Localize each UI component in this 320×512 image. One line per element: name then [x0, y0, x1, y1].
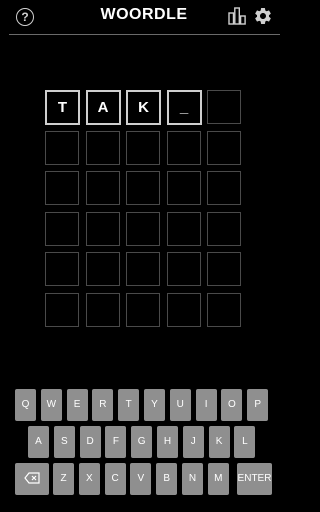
key-c[interactable]: C	[104, 463, 126, 495]
board-tile	[45, 292, 79, 327]
board-tile	[45, 252, 79, 286]
key-g[interactable]: G	[131, 426, 153, 458]
enter-key[interactable]: ENTER	[237, 463, 272, 495]
key-x[interactable]: X	[78, 463, 100, 495]
key-h[interactable]: H	[157, 426, 178, 458]
key-i[interactable]: I	[195, 389, 217, 421]
board-tile: A	[85, 90, 121, 125]
board-tile	[45, 130, 79, 165]
board-tile	[207, 252, 241, 286]
backspace-key[interactable]	[15, 463, 49, 495]
board-tile	[126, 292, 160, 327]
key-b[interactable]: B	[156, 463, 178, 495]
board-tile	[166, 292, 201, 327]
board-tile: K	[126, 90, 161, 125]
key-d[interactable]: D	[79, 426, 101, 458]
board-tile	[85, 252, 120, 286]
board-tile: T	[45, 90, 80, 125]
board-tile	[85, 211, 120, 246]
key-k[interactable]: K	[208, 426, 230, 458]
board-tile	[126, 171, 160, 205]
board-tile	[85, 292, 120, 327]
board-tile	[45, 171, 79, 205]
board-tile	[126, 252, 160, 286]
board-tile	[45, 211, 79, 246]
key-t[interactable]: T	[118, 389, 140, 421]
key-r[interactable]: R	[92, 389, 114, 421]
key-e[interactable]: E	[66, 389, 88, 421]
header-divider	[9, 34, 280, 35]
key-u[interactable]: U	[169, 389, 191, 421]
stats-icon[interactable]	[228, 7, 246, 25]
board-tile	[166, 211, 201, 246]
key-l[interactable]: L	[234, 426, 256, 458]
board-tile	[207, 90, 241, 124]
board-tile	[166, 171, 201, 205]
key-f[interactable]: F	[105, 426, 127, 458]
board-tile	[166, 252, 201, 286]
key-v[interactable]: V	[130, 463, 152, 495]
board-tile	[85, 130, 120, 165]
gear-icon[interactable]	[253, 6, 273, 26]
board-tile	[166, 130, 201, 165]
board-tile	[207, 292, 241, 327]
key-p[interactable]: P	[247, 389, 269, 421]
key-y[interactable]: Y	[144, 389, 165, 421]
board-tile: _	[166, 90, 202, 125]
key-o[interactable]: O	[221, 389, 243, 421]
key-z[interactable]: Z	[53, 463, 74, 495]
key-w[interactable]: W	[40, 389, 62, 421]
header: ? WOORDLE	[0, 0, 288, 34]
key-m[interactable]: M	[207, 463, 229, 495]
board-tile	[207, 211, 241, 246]
board-tile	[207, 130, 241, 165]
key-n[interactable]: N	[182, 463, 203, 495]
board-tile	[126, 211, 160, 246]
key-a[interactable]: A	[28, 426, 49, 458]
key-q[interactable]: Q	[15, 389, 36, 421]
backspace-icon	[24, 472, 40, 484]
board-tile	[126, 130, 160, 165]
key-s[interactable]: S	[53, 426, 75, 458]
board-tile	[207, 171, 241, 205]
key-j[interactable]: J	[182, 426, 204, 458]
board-tile	[85, 171, 120, 205]
